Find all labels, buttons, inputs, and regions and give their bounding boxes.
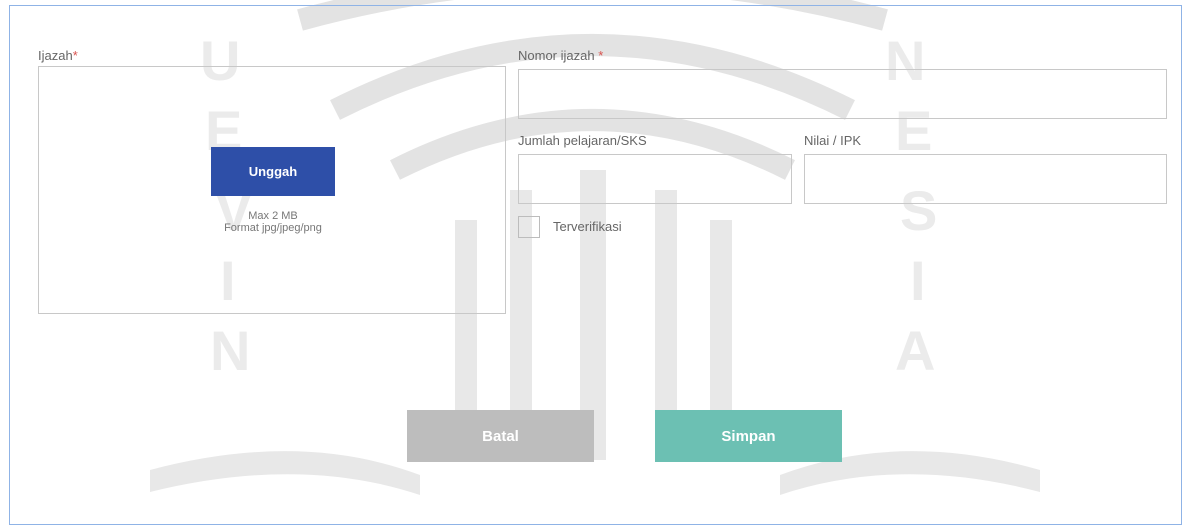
jumlah-pelajaran-label: Jumlah pelajaran/SKS xyxy=(518,133,647,148)
required-mark: * xyxy=(72,48,78,63)
save-button[interactable]: Simpan xyxy=(655,410,842,462)
jumlah-pelajaran-input[interactable] xyxy=(518,154,792,204)
nomor-ijazah-label: Nomor ijazah * xyxy=(518,48,604,63)
nilai-ipk-input[interactable] xyxy=(804,154,1167,204)
ijazah-label: Ijazah* xyxy=(38,48,78,63)
upload-button[interactable]: Unggah xyxy=(211,147,335,196)
nilai-ipk-label: Nilai / IPK xyxy=(804,133,862,148)
upload-formats: Format jpg/jpeg/png xyxy=(224,222,322,234)
nomor-ijazah-input[interactable] xyxy=(518,69,1167,119)
terverifikasi-checkbox[interactable] xyxy=(518,216,540,238)
cancel-button[interactable]: Batal xyxy=(407,410,594,462)
required-mark: * xyxy=(598,48,604,63)
terverifikasi-label: Terverifikasi xyxy=(553,219,622,234)
